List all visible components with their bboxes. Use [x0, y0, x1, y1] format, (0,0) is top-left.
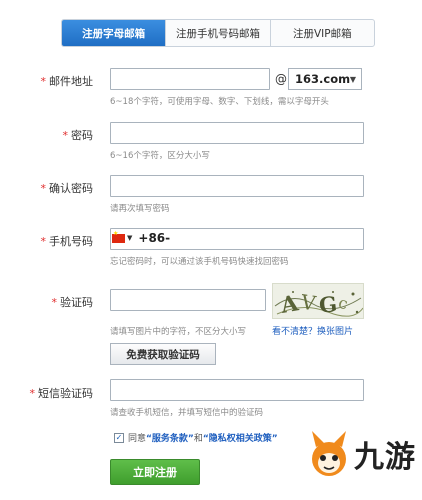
caret-down-icon: ▼ — [127, 234, 133, 242]
country-code-select[interactable]: ▼ +86- — [112, 229, 170, 247]
tab-letter-email[interactable]: 注册字母邮箱 — [62, 20, 166, 46]
domain-select[interactable]: 163.com ▼ — [288, 68, 362, 90]
tab-bar: 注册字母邮箱 注册手机号码邮箱 注册VIP邮箱 — [61, 19, 375, 47]
svg-text:A: A — [278, 290, 301, 319]
agreement-row: 同意 “服务条款” 和 “隐私权相关政策” — [114, 431, 278, 444]
watermark-logo: 九游 — [308, 426, 418, 482]
tab-vip-email[interactable]: 注册VIP邮箱 — [269, 20, 374, 46]
at-symbol: @ — [275, 72, 287, 86]
required-mark: * — [40, 235, 47, 248]
email-label: * 邮件地址 — [40, 75, 94, 88]
sms-code-hint: 请查收手机短信，并填写短信中的验证码 — [110, 408, 264, 418]
required-mark: * — [62, 129, 69, 142]
password-label: * 密码 — [62, 129, 94, 142]
required-mark: * — [40, 75, 47, 88]
country-code: +86- — [138, 231, 171, 245]
phone-hint: 忘记密码时，可以通过该手机号码快速找回密码 — [110, 257, 289, 267]
confirm-password-label: * 确认密码 — [40, 182, 94, 195]
privacy-link[interactable]: “隐私权相关政策” — [203, 431, 278, 444]
domain-value: 163.com — [295, 72, 351, 86]
get-sms-code-button[interactable]: 免费获取验证码 — [110, 343, 216, 365]
mascot-icon — [308, 429, 350, 479]
required-mark: * — [51, 296, 58, 309]
confirm-password-hint: 请再次填写密码 — [110, 204, 170, 214]
svg-text:V: V — [299, 290, 318, 316]
svg-text:G: G — [318, 291, 338, 318]
required-mark: * — [40, 182, 47, 195]
required-mark: * — [29, 387, 36, 400]
terms-link[interactable]: “服务条款” — [146, 431, 194, 444]
password-hint: 6~16个字符，区分大小写 — [110, 151, 210, 161]
email-input[interactable] — [110, 68, 270, 90]
captcha-input[interactable] — [110, 289, 266, 311]
captcha-label: * 验证码 — [51, 296, 94, 309]
register-button[interactable]: 立即注册 — [110, 459, 200, 485]
svg-text:c: c — [337, 293, 350, 314]
captcha-image[interactable]: A V G c — [272, 283, 364, 319]
refresh-captcha-link[interactable]: 看不清楚？换张图片 — [272, 324, 353, 337]
agreement-and: 和 — [193, 434, 203, 444]
china-flag-icon — [112, 230, 125, 243]
captcha-hint: 请填写图片中的字符，不区分大小写 — [110, 327, 247, 337]
email-hint: 6~18个字符，可使用字母、数字、下划线，需以字母开头 — [110, 97, 329, 107]
chevron-down-icon: ▼ — [349, 75, 356, 84]
agreement-prefix: 同意 — [128, 434, 147, 444]
password-input[interactable] — [110, 122, 364, 144]
watermark-text: 九游 — [354, 440, 416, 475]
confirm-password-input[interactable] — [110, 175, 364, 197]
sms-code-label: * 短信验证码 — [29, 387, 94, 400]
sms-code-input[interactable] — [110, 379, 364, 401]
agreement-checkbox[interactable] — [114, 432, 124, 443]
tab-mobile-email[interactable]: 注册手机号码邮箱 — [165, 20, 269, 46]
phone-label: * 手机号码 — [40, 235, 94, 248]
